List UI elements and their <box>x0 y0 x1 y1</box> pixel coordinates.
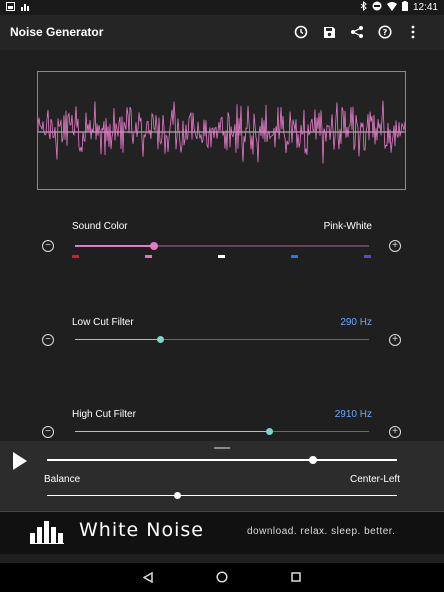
balance-slider[interactable] <box>47 492 397 499</box>
balance-value: Center-Left <box>349 474 400 485</box>
page-title: Noise Generator <box>10 25 104 39</box>
sound-color-slider[interactable] <box>75 242 369 250</box>
sound-color-value: Pink-White <box>323 221 372 232</box>
home-icon[interactable] <box>216 571 228 583</box>
clock-time: 12:41 <box>412 2 438 13</box>
drag-handle[interactable] <box>214 447 230 449</box>
low-cut-value: 290 Hz <box>340 317 372 328</box>
ad-banner[interactable]: White Noise download. relax. sleep. bett… <box>0 511 444 554</box>
navigation-bar <box>0 563 444 592</box>
high-cut-slider-fill <box>75 431 269 432</box>
high-cut-label: High Cut Filter <box>72 409 136 420</box>
sound-color-tick <box>145 255 152 258</box>
back-icon[interactable] <box>142 571 154 583</box>
low-cut-slider-thumb[interactable] <box>156 336 164 343</box>
volume-slider-thumb[interactable] <box>309 456 317 464</box>
waveform-display <box>37 71 406 190</box>
high-cut-value: 2910 Hz <box>334 409 372 420</box>
player-panel: Balance Center-Left <box>0 441 444 511</box>
volume-slider[interactable] <box>47 456 397 464</box>
low-cut-slider-fill <box>75 339 160 340</box>
low-cut-label: Low Cut Filter <box>72 317 134 328</box>
high-cut-slider-thumb[interactable] <box>265 428 273 435</box>
bluetooth-icon <box>360 0 367 14</box>
balance-label: Balance <box>44 474 81 485</box>
low-cut-slider[interactable] <box>75 336 369 343</box>
sound-color-slider-fill <box>75 245 154 247</box>
sound-color-tick <box>72 255 79 258</box>
recents-icon[interactable] <box>290 571 302 583</box>
battery-icon <box>401 1 408 14</box>
banner-brand: White Noise <box>79 519 204 541</box>
low-cut-increase-button[interactable]: + <box>389 334 401 346</box>
low-cut-decrease-button[interactable]: − <box>42 334 54 346</box>
app-bar: Noise Generator ? <box>0 15 444 50</box>
waveform-svg <box>37 100 406 164</box>
banner-tagline: download. relax. sleep. better. <box>247 526 396 537</box>
sound-color-decrease-button[interactable]: − <box>42 240 54 252</box>
help-icon[interactable]: ? <box>376 23 394 41</box>
sound-color-slider-thumb[interactable] <box>150 242 158 250</box>
sound-color-tick <box>218 255 225 258</box>
high-cut-increase-button[interactable]: + <box>389 426 401 438</box>
wifi-icon <box>386 1 397 14</box>
status-bar: 12:41 <box>0 0 444 15</box>
sound-color-label: Sound Color <box>72 221 128 232</box>
play-icon[interactable] <box>12 452 28 475</box>
sound-color-increase-button[interactable]: + <box>389 240 401 252</box>
balance-slider-thumb[interactable] <box>173 492 181 499</box>
stats-icon <box>21 2 30 14</box>
do-not-disturb-icon <box>372 1 382 14</box>
svg-text:?: ? <box>383 28 388 37</box>
overflow-menu-icon[interactable] <box>404 23 422 41</box>
share-icon[interactable] <box>348 23 366 41</box>
white-noise-logo-icon <box>30 519 66 550</box>
notification-image-icon <box>6 2 15 14</box>
sound-color-tick <box>291 255 298 258</box>
timer-icon[interactable] <box>292 23 310 41</box>
high-cut-slider[interactable] <box>75 428 369 435</box>
high-cut-decrease-button[interactable]: − <box>42 426 54 438</box>
save-icon[interactable] <box>320 23 338 41</box>
sound-color-tick <box>364 255 371 258</box>
